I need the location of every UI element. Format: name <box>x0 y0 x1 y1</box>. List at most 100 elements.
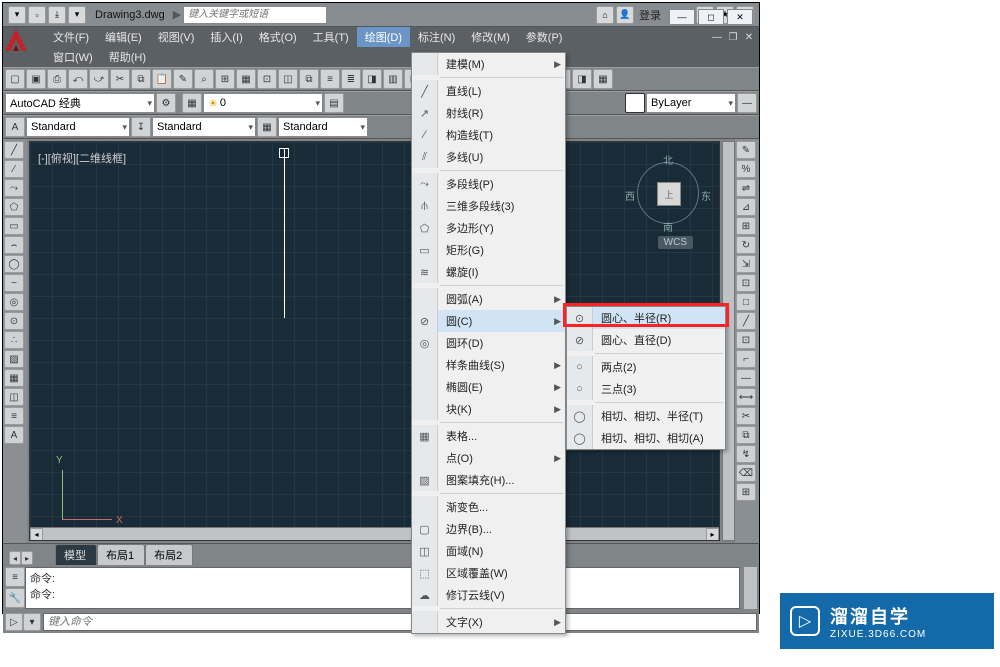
viewcube[interactable]: 上 北 南 西 东 <box>629 154 707 232</box>
draw-menu-item-27[interactable]: ⬚区域覆盖(W) <box>412 562 565 584</box>
std-toolbar-btn-10[interactable]: ⊞ <box>215 69 235 89</box>
circle-menu-item-0[interactable]: ⊙圆心、半径(R) <box>567 307 725 329</box>
draw-menu-item-5[interactable]: ⫽多线(U) <box>412 146 565 168</box>
textstyle-a-icon[interactable]: A <box>5 117 25 137</box>
qat-open-icon[interactable]: ▫ <box>28 6 46 24</box>
modify-tool-12[interactable]: — <box>736 369 756 387</box>
std-toolbar-btn-3[interactable]: ⤺ <box>68 69 88 89</box>
draw-menu-item-10[interactable]: ▭矩形(G) <box>412 239 565 261</box>
draw-tool-10[interactable]: ∴ <box>4 331 24 349</box>
draw-menu-item-11[interactable]: ≋螺旋(I) <box>412 261 565 283</box>
signin-label[interactable]: 登录 <box>639 7 661 23</box>
draw-menu-item-25[interactable]: ▢边界(B)... <box>412 518 565 540</box>
draw-tool-12[interactable]: ▦ <box>4 369 24 387</box>
std-toolbar-btn-6[interactable]: ⧉ <box>131 69 151 89</box>
cmd-recent-icon[interactable]: ▾ <box>23 613 41 631</box>
menu-help[interactable]: 帮助(H) <box>101 47 154 67</box>
draw-tool-13[interactable]: ◫ <box>4 388 24 406</box>
std-toolbar-btn-7[interactable]: 📋 <box>152 69 172 89</box>
tab-nav-left-icon[interactable]: ◂ <box>9 551 21 565</box>
modify-tool-15[interactable]: ⧉ <box>736 426 756 444</box>
circle-menu-item-6[interactable]: ◯相切、相切、半径(T) <box>567 405 725 427</box>
draw-menu-item-26[interactable]: ◫面域(N) <box>412 540 565 562</box>
draw-tool-14[interactable]: ≡ <box>4 407 24 425</box>
draw-menu-item-3[interactable]: ↗射线(R) <box>412 102 565 124</box>
std-toolbar-btn-4[interactable]: ⤻ <box>89 69 109 89</box>
std-toolbar-btn-11[interactable]: ▦ <box>236 69 256 89</box>
draw-menu-item-13[interactable]: 圆弧(A)▶ <box>412 288 565 310</box>
viewport-label[interactable]: [-][俯视][二维线框] <box>38 150 126 166</box>
circle-menu-item-1[interactable]: ⊘圆心、直径(D) <box>567 329 725 351</box>
layer-tool-icon[interactable]: ▤ <box>324 93 344 113</box>
std-toolbar-btn-18[interactable]: ▥ <box>383 69 403 89</box>
modify-tool-13[interactable]: ⟷ <box>736 388 756 406</box>
qat-more-icon[interactable]: ▾ <box>68 6 86 24</box>
draw-menu-item-15[interactable]: ◎圆环(D) <box>412 332 565 354</box>
cmd-prompt-icon[interactable]: ▷ <box>5 613 23 631</box>
tab-layout2[interactable]: 布局2 <box>145 544 193 565</box>
draw-menu-item-7[interactable]: ⤳多段线(P) <box>412 173 565 195</box>
circle-menu-item-3[interactable]: ○两点(2) <box>567 356 725 378</box>
modify-tool-5[interactable]: ↻ <box>736 236 756 254</box>
std-toolbar-btn-9[interactable]: ⌕ <box>194 69 214 89</box>
std-toolbar-btn-2[interactable]: ⎙ <box>47 69 67 89</box>
draw-menu-item-9[interactable]: ⬠多边形(Y) <box>412 217 565 239</box>
cmdline-wrench-icon[interactable]: 🔧 <box>5 588 25 608</box>
draw-menu-item-4[interactable]: ∕构造线(T) <box>412 124 565 146</box>
workspace-combo[interactable]: AutoCAD 经典 <box>5 93 155 113</box>
modify-tool-4[interactable]: ⊞ <box>736 217 756 235</box>
std-toolbar-btn-16[interactable]: ≣ <box>341 69 361 89</box>
scroll-left-icon[interactable]: ◂ <box>30 528 43 541</box>
doc-minimize-button[interactable]: — <box>709 30 725 44</box>
std-toolbar-btn-0[interactable]: ▢ <box>5 69 25 89</box>
circle-menu-item-7[interactable]: ◯相切、相切、相切(A) <box>567 427 725 449</box>
doc-close-button[interactable]: ✕ <box>741 30 757 44</box>
linetype-icon[interactable]: — <box>737 93 757 113</box>
tab-model[interactable]: 模型 <box>55 544 97 565</box>
modify-tool-11[interactable]: ⌐ <box>736 350 756 368</box>
menu-view[interactable]: 视图(V) <box>150 27 203 47</box>
std-toolbar-btn-14[interactable]: ⧉ <box>299 69 319 89</box>
draw-menu-item-24[interactable]: 渐变色... <box>412 496 565 518</box>
draw-menu-item-0[interactable]: 建模(M)▶ <box>412 53 565 75</box>
draw-menu-item-14[interactable]: ⊘圆(C)▶ <box>412 310 565 332</box>
qat-save-icon[interactable]: ⤓ <box>48 6 66 24</box>
draw-menu-item-18[interactable]: 块(K)▶ <box>412 398 565 420</box>
dimstyle-combo[interactable]: Standard <box>152 117 256 137</box>
signin-icon[interactable]: 👤 <box>616 6 634 24</box>
tab-nav-right-icon[interactable]: ▸ <box>21 551 33 565</box>
menu-file[interactable]: 文件(F) <box>45 27 97 47</box>
modify-tool-14[interactable]: ✂ <box>736 407 756 425</box>
modify-tool-17[interactable]: ⌫ <box>736 464 756 482</box>
draw-menu-item-21[interactable]: 点(O)▶ <box>412 447 565 469</box>
std-toolbar-btn-17[interactable]: ◨ <box>362 69 382 89</box>
command-input[interactable] <box>43 613 757 631</box>
menu-window[interactable]: 窗口(W) <box>45 47 101 67</box>
doc-restore-button[interactable]: ❐ <box>725 30 741 44</box>
window-close-button[interactable]: ✕ <box>727 9 753 25</box>
tablestyle-combo[interactable]: Standard <box>278 117 368 137</box>
modify-tool-7[interactable]: ⊡ <box>736 274 756 292</box>
draw-tool-15[interactable]: A <box>4 426 24 444</box>
std-toolbar-btn-15[interactable]: ≡ <box>320 69 340 89</box>
infocenter-icon[interactable]: ⌂ <box>596 6 614 24</box>
std-toolbar-btn-13[interactable]: ◫ <box>278 69 298 89</box>
draw-tool-9[interactable]: ⊙ <box>4 312 24 330</box>
menu-edit[interactable]: 编辑(E) <box>97 27 150 47</box>
draw-menu-item-8[interactable]: ⫛三维多段线(3) <box>412 195 565 217</box>
workspace-settings-icon[interactable]: ⚙ <box>156 93 176 113</box>
menu-draw[interactable]: 绘图(D) <box>357 27 410 47</box>
wcs-badge[interactable]: WCS <box>658 236 693 249</box>
modify-tool-3[interactable]: ⊿ <box>736 198 756 216</box>
color-swatch-icon[interactable] <box>625 93 645 113</box>
h-scrollbar[interactable]: ◂ ▸ <box>30 527 719 540</box>
draw-tool-3[interactable]: ⬠ <box>4 198 24 216</box>
std-toolbar-btn-28[interactable]: ▦ <box>593 69 613 89</box>
draw-menu-item-17[interactable]: 椭圆(E)▶ <box>412 376 565 398</box>
modify-tool-0[interactable]: ✎ <box>736 141 756 159</box>
circle-menu-item-4[interactable]: ○三点(3) <box>567 378 725 400</box>
cmdline-tool-icon[interactable]: ≡ <box>5 567 25 587</box>
command-history[interactable]: 命令: 命令: <box>25 567 740 609</box>
modify-tool-10[interactable]: ⊡ <box>736 331 756 349</box>
help-search-input[interactable] <box>183 6 327 24</box>
